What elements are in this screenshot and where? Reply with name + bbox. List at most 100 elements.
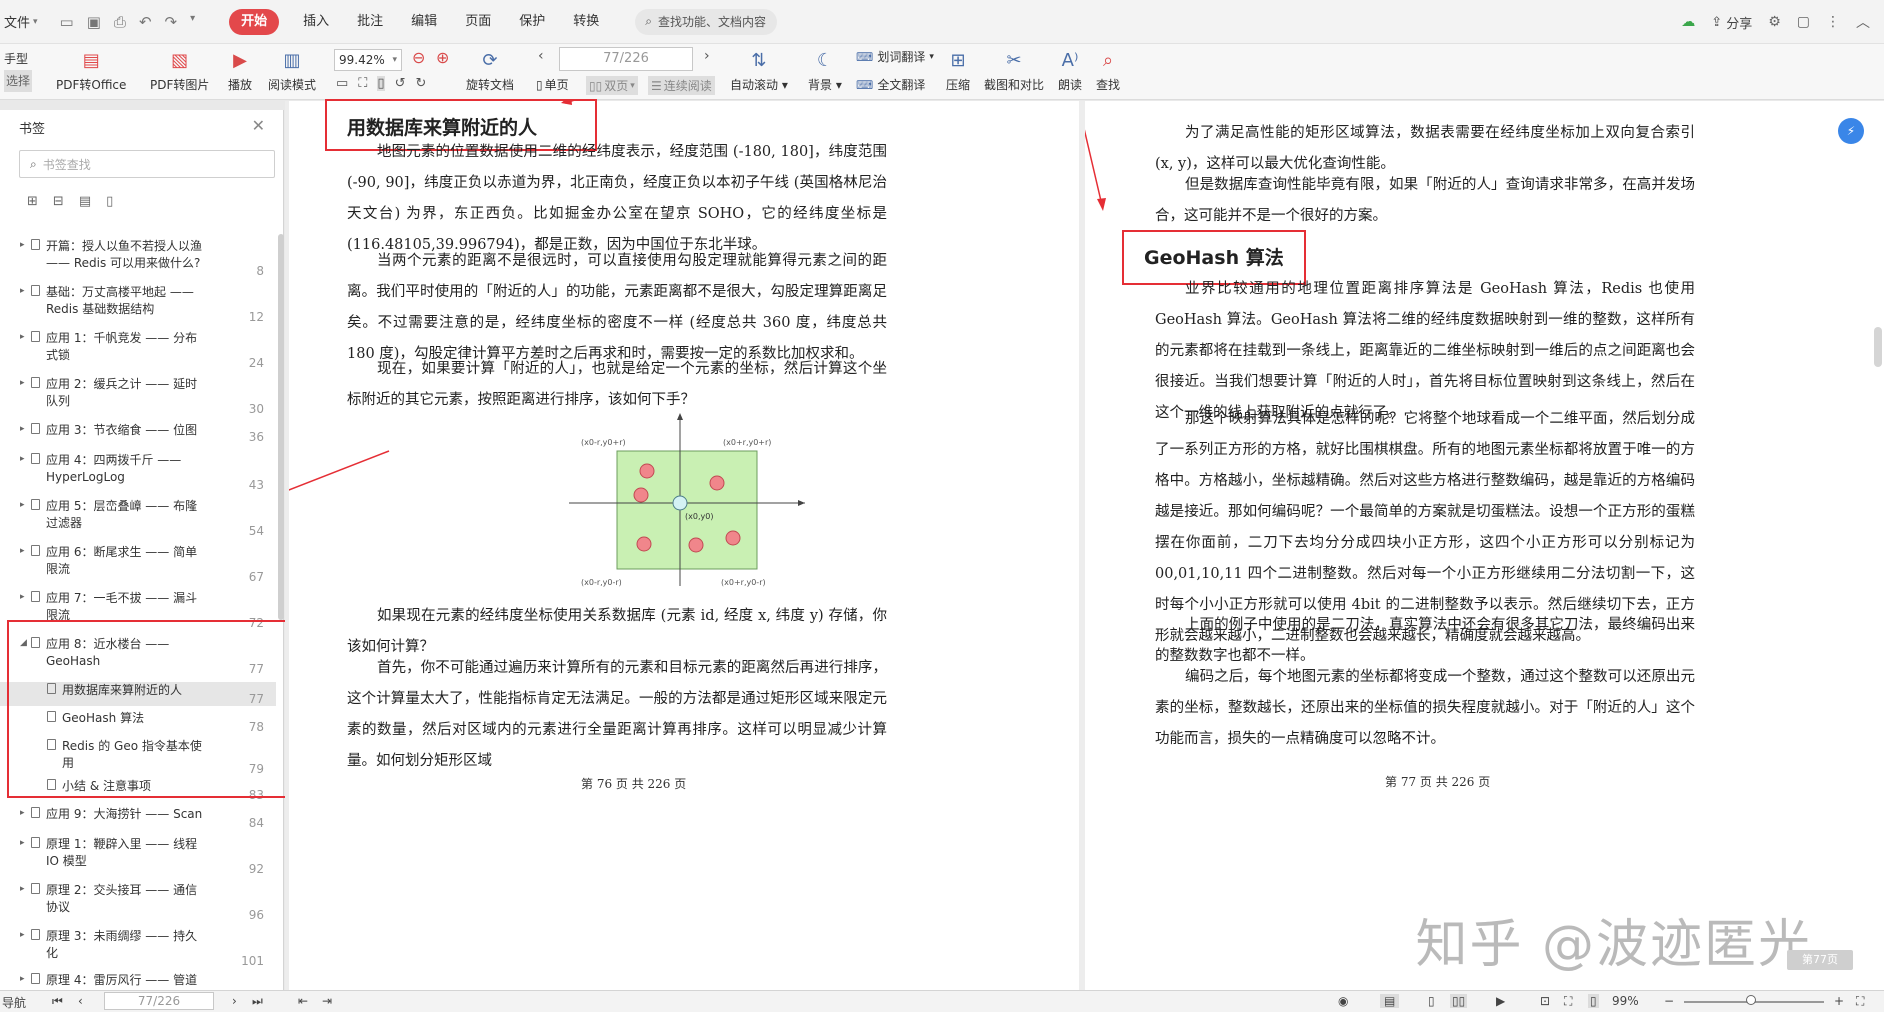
- fullscreen-icon[interactable]: ⛶: [1856, 994, 1864, 1009]
- nav-label[interactable]: 导航: [2, 994, 26, 1011]
- first-page-icon[interactable]: ⏮: [52, 994, 63, 1009]
- fit-page-icon[interactable]: ⛶: [358, 76, 367, 91]
- collapsed-arrow-icon[interactable]: ▸: [20, 240, 25, 250]
- status-page-input[interactable]: 77/226: [104, 992, 214, 1010]
- pdf-to-office-button[interactable]: ▤ PDF转Office: [56, 48, 126, 93]
- collapsed-arrow-icon[interactable]: ▸: [20, 424, 25, 434]
- collapsed-arrow-icon[interactable]: ▸: [20, 592, 25, 602]
- expand-all-icon[interactable]: ⊞: [27, 194, 38, 209]
- bookmark-item[interactable]: ▸ 应用 2：缓兵之计 —— 延时队列 30: [0, 376, 276, 416]
- collapsed-arrow-icon[interactable]: ▸: [20, 332, 25, 342]
- single-page-button[interactable]: ▯ 单页: [536, 76, 569, 93]
- pdf-to-image-button[interactable]: ▧ PDF转图片: [150, 48, 209, 93]
- double-view-icon[interactable]: ▯▯: [1450, 994, 1468, 1008]
- select-tool-button[interactable]: 选择: [4, 70, 33, 92]
- screenshot-compare-button[interactable]: ✂ 截图和对比: [984, 48, 1044, 93]
- zoom-level[interactable]: 99%: [1612, 994, 1639, 1008]
- open-folder-icon[interactable]: ▭: [60, 13, 74, 31]
- play-icon[interactable]: ▶: [1496, 994, 1505, 1008]
- eye-icon[interactable]: ◉: [1338, 994, 1348, 1008]
- zoom-out-icon[interactable]: ⊖: [412, 48, 425, 67]
- tab-protect[interactable]: 保护: [505, 9, 559, 35]
- bookmark-item[interactable]: ▸ 应用 4：四两拨千斤 —— HyperLogLog 43: [0, 452, 276, 492]
- actual-size-icon[interactable]: ▭: [336, 76, 348, 91]
- hand-tool-button[interactable]: 手型: [4, 48, 32, 70]
- collapsed-arrow-icon[interactable]: ▸: [20, 808, 25, 818]
- rotate-document-button[interactable]: ⟳ 旋转文档: [466, 48, 514, 93]
- tab-convert[interactable]: 转换: [559, 9, 613, 35]
- bookmark-item[interactable]: ▸ 应用 9：大海捞针 —— Scan 84: [0, 806, 276, 830]
- redo-icon[interactable]: ↷: [165, 13, 178, 31]
- comment-icon[interactable]: ▢: [1797, 14, 1810, 30]
- single-view-icon[interactable]: ▤: [1380, 994, 1400, 1008]
- read-mode-button[interactable]: ▥ 阅读模式: [268, 48, 316, 93]
- prev-page-icon[interactable]: ‹: [538, 48, 544, 64]
- page-number-input[interactable]: 77/226: [559, 47, 693, 71]
- zoom-in-icon[interactable]: +: [1834, 994, 1844, 1008]
- zoom-select[interactable]: 99.42% ▾: [334, 49, 402, 71]
- next-page-icon[interactable]: ›: [232, 994, 237, 1008]
- tab-insert[interactable]: 插入: [289, 9, 343, 35]
- read-aloud-button[interactable]: A⁾ 朗读: [1058, 48, 1082, 93]
- bookmark-item[interactable]: ▸ 基础：万丈高楼平地起 —— Redis 基础数据结构 12: [0, 284, 276, 324]
- bookmark-item[interactable]: ▸ 应用 6：断尾求生 —— 简单限流 67: [0, 544, 276, 584]
- collapse-ribbon-icon[interactable]: ︿: [1856, 12, 1870, 32]
- more-chevron-icon[interactable]: ▾: [190, 13, 195, 31]
- back-icon[interactable]: ⇤: [298, 994, 308, 1008]
- floating-assistant-icon[interactable]: ⚡: [1838, 118, 1864, 144]
- rotate-left-icon[interactable]: ↺: [395, 76, 406, 91]
- background-button[interactable]: ☾ 背景 ▾: [808, 48, 842, 93]
- compress-button[interactable]: ⊞ 压缩: [946, 48, 970, 93]
- bookmark-item[interactable]: ▸ 应用 3：节衣缩食 —— 位图 36: [0, 422, 276, 444]
- collapsed-arrow-icon[interactable]: ▸: [20, 546, 25, 556]
- collapsed-arrow-icon[interactable]: ▸: [20, 884, 25, 894]
- undo-icon[interactable]: ↶: [139, 13, 152, 31]
- save-icon[interactable]: ▣: [87, 13, 101, 31]
- collapsed-arrow-icon[interactable]: ▸: [20, 500, 25, 510]
- collapsed-arrow-icon[interactable]: ▸: [20, 930, 25, 940]
- tab-page[interactable]: 页面: [451, 9, 505, 35]
- file-menu[interactable]: 文件 ▾: [4, 12, 38, 31]
- bookmark-item[interactable]: ▸ 原理 1：鞭辟入里 —— 线程 IO 模型 92: [0, 836, 276, 876]
- sidebar-scrollbar[interactable]: [278, 234, 284, 620]
- bookmark-icon[interactable]: ▯: [106, 194, 113, 209]
- settings-icon[interactable]: ⚙: [1768, 14, 1781, 30]
- add-bookmark-icon[interactable]: ▤: [79, 194, 91, 209]
- bookmark-item[interactable]: ▸ 原理 2：交头接耳 —— 通信协议 96: [0, 882, 276, 922]
- double-page-button[interactable]: ▯▯ 双页 ▾: [586, 76, 638, 95]
- collapsed-arrow-icon[interactable]: ▸: [20, 838, 25, 848]
- word-translate-button[interactable]: ⌨ 划词翻译 ▾: [856, 48, 934, 65]
- print-icon[interactable]: ⎙: [114, 13, 126, 31]
- full-translate-button[interactable]: ⌨ 全文翻译: [856, 76, 925, 93]
- bookmark-item[interactable]: ▸ 开篇：授人以鱼不若授人以渔 —— Redis 可以用来做什么? 8: [0, 238, 276, 278]
- last-page-icon[interactable]: ⏭: [252, 994, 263, 1009]
- zoom-in-icon[interactable]: ⊕: [436, 48, 449, 67]
- cloud-sync-icon[interactable]: ☁: [1681, 14, 1695, 30]
- collapsed-arrow-icon[interactable]: ▸: [20, 378, 25, 388]
- zoom-out-icon[interactable]: −: [1664, 994, 1674, 1008]
- crop-icon[interactable]: ⛶: [1564, 994, 1572, 1009]
- fit-width-icon[interactable]: ▯: [377, 76, 385, 91]
- bookmark-item[interactable]: ▸ 原理 4：雷厉风行 —— 管道: [0, 972, 276, 992]
- play-button[interactable]: ▶ 播放: [228, 48, 252, 93]
- continuous-read-button[interactable]: ☰ 连续阅读: [648, 76, 715, 95]
- auto-scroll-button[interactable]: ⇅ 自动滚动 ▾: [730, 48, 788, 93]
- tab-start[interactable]: 开始: [229, 8, 280, 35]
- forward-icon[interactable]: ⇥: [322, 994, 332, 1008]
- bookmark-search-input[interactable]: ⌕ 书签查找: [19, 150, 275, 178]
- zoom-slider-thumb[interactable]: [1746, 995, 1756, 1005]
- page-view-icon[interactable]: ▯: [1428, 994, 1435, 1008]
- bookmark-item[interactable]: ▸ 应用 1：千帆竞发 —— 分布式锁 24: [0, 330, 276, 370]
- share-button[interactable]: ⇪ 分享: [1711, 13, 1752, 32]
- rotate-right-icon[interactable]: ↻: [415, 76, 426, 91]
- next-page-icon[interactable]: ›: [704, 48, 710, 64]
- close-icon[interactable]: ✕: [252, 116, 265, 135]
- feature-search-input[interactable]: ⌕ 查找功能、文档内容: [635, 8, 778, 35]
- more-icon[interactable]: ⋮: [1826, 14, 1840, 30]
- tab-edit[interactable]: 编辑: [397, 9, 451, 35]
- vertical-scrollbar[interactable]: [1874, 327, 1882, 367]
- bookmark-item[interactable]: ▸ 应用 5：层峦叠嶂 —— 布隆过滤器 54: [0, 498, 276, 538]
- bookmark-item[interactable]: ▸ 原理 3：未雨绸缪 —— 持久化 101: [0, 928, 276, 968]
- collapse-all-icon[interactable]: ⊟: [53, 194, 64, 209]
- collapsed-arrow-icon[interactable]: ▸: [20, 454, 25, 464]
